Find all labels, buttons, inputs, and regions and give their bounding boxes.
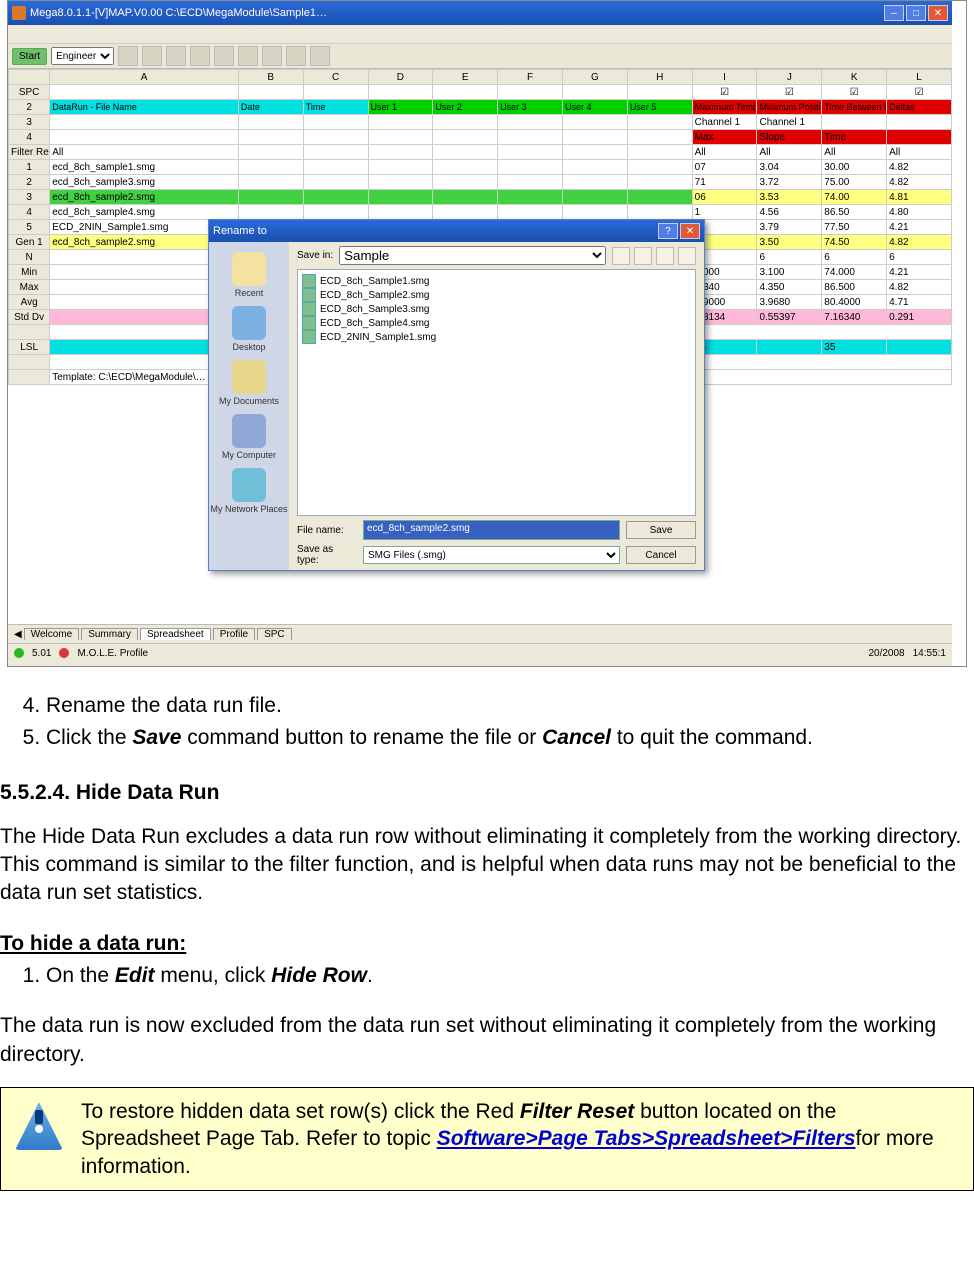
place-documents[interactable]: My Documents [219, 360, 279, 406]
spreadsheet-area: ABC DEF GHI JKL SPC ☑ ☑ ☑ ☑ [8, 69, 952, 624]
app-title: Mega8.0.1.1-[V]MAP.V0.00 C:\ECD\MegaModu… [30, 7, 327, 19]
save-button[interactable]: Save [626, 521, 696, 539]
column-header-row: ABC DEF GHI JKL [9, 70, 952, 85]
step-5: Click the Save command button to rename … [46, 724, 974, 752]
note-box: To restore hidden data set row(s) click … [0, 1087, 974, 1191]
step-4: Rename the data run file. [46, 692, 974, 720]
place-recent[interactable]: Recent [232, 252, 266, 298]
places-bar: Recent Desktop My Documents My Computer … [209, 242, 289, 570]
status-message: M.O.L.E. Profile [77, 648, 148, 659]
status-time: 14:55:1 [913, 648, 946, 659]
list-item: ECD_8ch_Sample2.smg [302, 288, 691, 302]
file-list[interactable]: ECD_8ch_Sample1.smg ECD_8ch_Sample2.smg … [297, 269, 696, 516]
section-heading: 5.5.2.4. Hide Data Run [0, 781, 974, 805]
metric-row: 4 MaxSlopeTime [9, 130, 952, 145]
toolbar: Start Engineer [8, 44, 952, 69]
tab-scroll-left[interactable]: ◀ [14, 629, 22, 640]
list-item: ECD_8ch_Sample4.smg [302, 316, 691, 330]
checkbox-row: SPC ☑ ☑ ☑ ☑ [9, 85, 952, 100]
toolbar-icon[interactable] [118, 46, 138, 66]
menu-bar[interactable] [8, 25, 952, 44]
file-name-input[interactable]: ecd_8ch_sample2.smg [363, 520, 620, 540]
paragraph: The data run is now excluded from the da… [0, 1012, 974, 1069]
cancel-button[interactable]: Cancel [626, 546, 696, 564]
role-dropdown[interactable]: Engineer [51, 47, 114, 65]
start-button[interactable]: Start [12, 48, 47, 65]
table-row[interactable]: 4 ecd_8ch_sample4.smg 14.5686.504.80 [9, 205, 952, 220]
app-window: Mega8.0.1.1-[V]MAP.V0.00 C:\ECD\MegaModu… [8, 1, 952, 666]
save-type-dropdown[interactable]: SMG Files (.smg) [363, 546, 620, 564]
toolbar-icon[interactable] [310, 46, 330, 66]
save-in-label: Save in: [297, 250, 333, 261]
place-network[interactable]: My Network Places [210, 468, 287, 514]
file-icon [302, 330, 316, 344]
status-value: 5.01 [32, 648, 51, 659]
step-1: On the Edit menu, click Hide Row. [46, 962, 974, 990]
info-icon [11, 1098, 67, 1154]
paragraph: The Hide Data Run excludes a data run ro… [0, 823, 974, 908]
save-type-label: Save as type: [297, 544, 357, 566]
filter-row[interactable]: Filter Reset All AllAllAllAll [9, 145, 952, 160]
status-bar: 5.01 M.O.L.E. Profile 20/2008 14:55:1 [8, 643, 952, 662]
new-folder-icon[interactable] [656, 247, 674, 265]
file-icon [302, 288, 316, 302]
file-name-label: File name: [297, 525, 357, 536]
tab-summary[interactable]: Summary [81, 628, 138, 640]
list-item: ECD_8ch_Sample3.smg [302, 302, 691, 316]
save-dialog: Rename to ? ✕ Recent Desktop My Document… [208, 219, 705, 571]
status-led-green [14, 648, 24, 658]
note-link[interactable]: Software>Page Tabs>Spreadsheet>Filters [437, 1127, 856, 1150]
app-icon [12, 6, 26, 20]
up-icon[interactable] [634, 247, 652, 265]
toolbar-icon[interactable] [166, 46, 186, 66]
category-header-row: 2 DataRun - File Name Date Time User 1 U… [9, 100, 952, 115]
views-icon[interactable] [678, 247, 696, 265]
minimize-button[interactable]: – [884, 5, 904, 21]
toolbar-icon[interactable] [142, 46, 162, 66]
file-icon [302, 302, 316, 316]
file-icon [302, 316, 316, 330]
dialog-title-bar: Rename to ? ✕ [209, 220, 704, 242]
place-computer[interactable]: My Computer [222, 414, 276, 460]
table-row-selected[interactable]: 3 ecd_8ch_sample2.smg 063.5374.004.81 [9, 190, 952, 205]
close-button[interactable]: ✕ [928, 5, 948, 21]
maximize-button[interactable]: □ [906, 5, 926, 21]
list-item: ECD_2NIN_Sample1.smg [302, 330, 691, 344]
application-screenshot: Mega8.0.1.1-[V]MAP.V0.00 C:\ECD\MegaModu… [7, 0, 967, 667]
status-led-red [59, 648, 69, 658]
place-desktop[interactable]: Desktop [232, 306, 266, 352]
toolbar-icon[interactable] [238, 46, 258, 66]
toolbar-icon[interactable] [214, 46, 234, 66]
tab-profile[interactable]: Profile [213, 628, 255, 640]
page-tabs: ◀ Welcome Summary Spreadsheet Profile SP… [8, 624, 952, 643]
back-icon[interactable] [612, 247, 630, 265]
list-item: ECD_8ch_Sample1.smg [302, 274, 691, 288]
table-row[interactable]: 2 ecd_8ch_sample3.smg 713.7275.004.82 [9, 175, 952, 190]
tab-spreadsheet[interactable]: Spreadsheet [140, 628, 211, 640]
save-in-dropdown[interactable]: Sample [339, 246, 606, 265]
tab-welcome[interactable]: Welcome [24, 628, 80, 640]
table-row[interactable]: 1 ecd_8ch_sample1.smg 073.0430.004.82 [9, 160, 952, 175]
toolbar-icon[interactable] [190, 46, 210, 66]
sub-heading: To hide a data run: [0, 930, 974, 958]
title-bar: Mega8.0.1.1-[V]MAP.V0.00 C:\ECD\MegaModu… [8, 1, 952, 25]
file-icon [302, 274, 316, 288]
status-date: 20/2008 [868, 648, 904, 659]
dialog-title: Rename to [213, 225, 267, 237]
tab-spc[interactable]: SPC [257, 628, 292, 640]
dialog-close-button[interactable]: ✕ [680, 223, 700, 239]
channel-row: 3 Channel 1Channel 1 [9, 115, 952, 130]
dialog-help-button[interactable]: ? [658, 223, 678, 239]
document-body: Rename the data run file. Click the Save… [0, 692, 974, 1211]
toolbar-icon[interactable] [286, 46, 306, 66]
toolbar-icon[interactable] [262, 46, 282, 66]
